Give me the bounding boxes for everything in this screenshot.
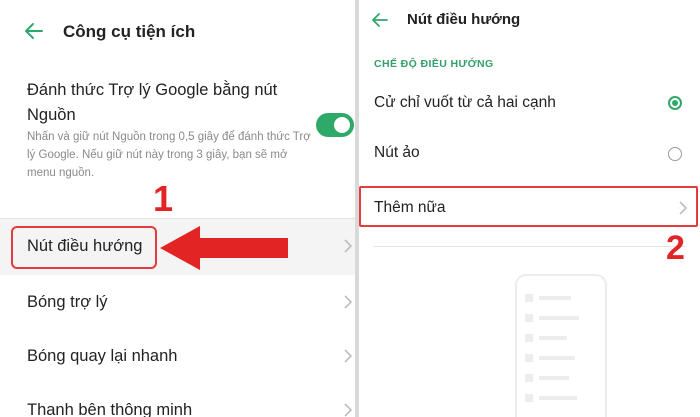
pointer-arrow-icon — [160, 226, 288, 270]
wake-assistant-title: Đánh thức Trợ lý Google bằng nút Nguồn — [27, 81, 278, 124]
virtual-button-option[interactable]: Nút ảo — [359, 130, 700, 178]
assistant-ball-item[interactable]: Bóng trợ lý — [0, 276, 355, 330]
toggle-knob — [334, 117, 350, 133]
gesture-option-label: Cử chỉ vuốt từ cả hai cạnh — [374, 94, 556, 111]
chevron-right-icon — [343, 348, 353, 369]
wake-assistant-toggle[interactable] — [316, 113, 354, 137]
right-header: Nút điều hướng — [359, 0, 700, 62]
highlight-box — [11, 226, 157, 269]
radio-unselected[interactable] — [668, 147, 682, 161]
left-header: Công cụ tiện ích — [0, 0, 355, 62]
back-arrow-icon[interactable] — [24, 22, 44, 45]
radio-selected[interactable] — [668, 96, 682, 110]
step-number-1: 1 — [153, 178, 174, 219]
chevron-right-icon — [343, 402, 353, 417]
right-screen: Nút điều hướng CHẾ ĐỘ ĐIỀU HƯỚNG Cử chỉ … — [359, 0, 700, 417]
step-number-2: 2 — [666, 229, 685, 267]
gesture-option[interactable]: Cử chỉ vuốt từ cả hai cạnh — [359, 80, 700, 128]
wake-assistant-description: Nhấn và giữ nút Nguồn trong 0,5 giây để … — [27, 131, 311, 179]
section-header: CHẾ ĐỘ ĐIỀU HƯỚNG — [374, 58, 494, 70]
smart-sidebar-label: Thanh bên thông minh — [27, 401, 193, 417]
virtual-button-label: Nút ảo — [374, 144, 420, 161]
quick-back-ball-item[interactable]: Bóng quay lại nhanh — [0, 330, 355, 384]
divider — [374, 246, 685, 247]
highlight-box — [359, 186, 698, 227]
chevron-right-icon — [343, 294, 353, 315]
phone-illustration — [515, 274, 607, 417]
left-screen: Công cụ tiện ích Đánh thức Trợ lý Google… — [0, 0, 355, 417]
quick-back-ball-label: Bóng quay lại nhanh — [27, 347, 178, 365]
page-title: Công cụ tiện ích — [63, 22, 196, 41]
assistant-ball-label: Bóng trợ lý — [27, 293, 108, 311]
back-arrow-icon[interactable] — [371, 12, 389, 33]
smart-sidebar-item[interactable]: Thanh bên thông minh — [0, 384, 355, 417]
chevron-right-icon — [343, 238, 353, 259]
page-title: Nút điều hướng — [407, 11, 521, 28]
